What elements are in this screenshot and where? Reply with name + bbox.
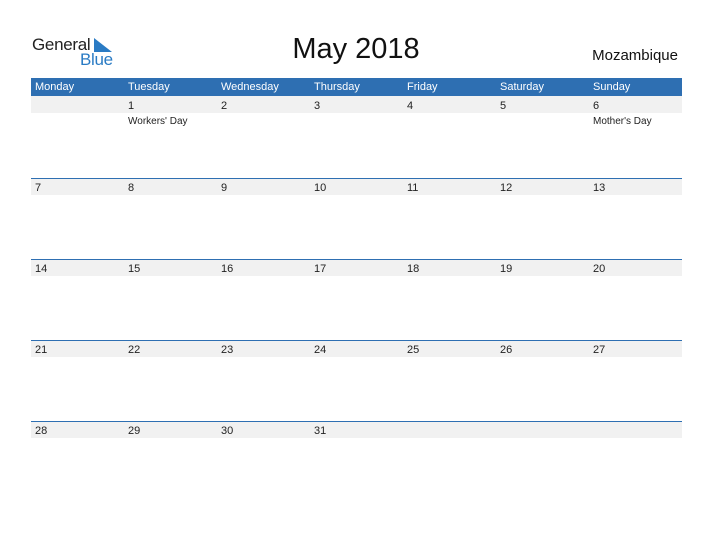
day-cell: 2 bbox=[217, 96, 310, 176]
day-number: 11 bbox=[407, 182, 419, 194]
weekday-monday: Monday bbox=[35, 81, 75, 93]
day-number: 2 bbox=[221, 100, 228, 112]
day-cell: 1 Workers' Day bbox=[124, 96, 217, 176]
day-number: 29 bbox=[128, 425, 141, 437]
day-cell: 16 bbox=[217, 259, 310, 339]
day-cell: 18 bbox=[403, 259, 496, 339]
day-cell: 26 bbox=[496, 340, 589, 420]
day-number bbox=[35, 100, 124, 114]
day-cell bbox=[31, 96, 124, 176]
day-cell: 20 bbox=[589, 259, 682, 339]
day-cell: 25 bbox=[403, 340, 496, 420]
week-row: 7 8 9 10 11 12 13 bbox=[31, 178, 682, 259]
day-number: 26 bbox=[500, 344, 513, 356]
day-number: 17 bbox=[314, 263, 327, 275]
day-number bbox=[407, 425, 496, 439]
day-cell: 15 bbox=[124, 259, 217, 339]
day-cell: 9 bbox=[217, 178, 310, 258]
day-number: 7 bbox=[35, 182, 42, 194]
day-cells: 1 Workers' Day 2 3 4 5 6 Mother's Day bbox=[31, 96, 682, 176]
day-number: 27 bbox=[593, 344, 606, 356]
day-cell: 7 bbox=[31, 178, 124, 258]
day-cell: 8 bbox=[124, 178, 217, 258]
day-cell: 11 bbox=[403, 178, 496, 258]
day-number: 24 bbox=[314, 344, 327, 356]
day-cell: 3 bbox=[310, 96, 403, 176]
day-cell: 27 bbox=[589, 340, 682, 420]
day-cell: 22 bbox=[124, 340, 217, 420]
week-row: 1 Workers' Day 2 3 4 5 6 Mother's Day bbox=[31, 96, 682, 178]
day-cell bbox=[589, 421, 682, 501]
day-cell bbox=[496, 421, 589, 501]
weekday-wednesday: Wednesday bbox=[221, 81, 279, 93]
country-label: Mozambique bbox=[592, 47, 678, 64]
day-cell bbox=[403, 421, 496, 501]
day-number: 19 bbox=[500, 263, 513, 275]
day-number: 13 bbox=[593, 182, 606, 194]
day-number: 28 bbox=[35, 425, 48, 437]
holiday-label: Mother's Day bbox=[593, 116, 652, 127]
day-cell: 17 bbox=[310, 259, 403, 339]
day-cells: 21 22 23 24 25 26 27 bbox=[31, 340, 682, 420]
day-number: 20 bbox=[593, 263, 606, 275]
day-cell: 30 bbox=[217, 421, 310, 501]
day-number: 21 bbox=[35, 344, 48, 356]
day-cells: 14 15 16 17 18 19 20 bbox=[31, 259, 682, 339]
day-cell: 31 bbox=[310, 421, 403, 501]
day-number: 8 bbox=[128, 182, 135, 194]
day-cell: 29 bbox=[124, 421, 217, 501]
day-cell: 21 bbox=[31, 340, 124, 420]
day-number: 10 bbox=[314, 182, 327, 194]
weekday-tuesday: Tuesday bbox=[128, 81, 170, 93]
day-number: 25 bbox=[407, 344, 420, 356]
day-number: 3 bbox=[314, 100, 321, 112]
holiday-label: Workers' Day bbox=[128, 116, 188, 127]
day-cell: 10 bbox=[310, 178, 403, 258]
day-number bbox=[500, 425, 589, 439]
day-cell: 23 bbox=[217, 340, 310, 420]
weekday-sunday: Sunday bbox=[593, 81, 631, 93]
weekday-friday: Friday bbox=[407, 81, 438, 93]
day-cell: 5 bbox=[496, 96, 589, 176]
day-cell: 28 bbox=[31, 421, 124, 501]
day-number: 9 bbox=[221, 182, 228, 194]
day-cell: 14 bbox=[31, 259, 124, 339]
week-row: 28 29 30 31 bbox=[31, 421, 682, 502]
day-number: 30 bbox=[221, 425, 234, 437]
day-number: 1 bbox=[128, 100, 135, 112]
day-cells: 7 8 9 10 11 12 13 bbox=[31, 178, 682, 258]
calendar-grid: Monday Tuesday Wednesday Thursday Friday… bbox=[31, 78, 682, 502]
day-cell: 19 bbox=[496, 259, 589, 339]
day-cell: 13 bbox=[589, 178, 682, 258]
weekday-thursday: Thursday bbox=[314, 81, 360, 93]
weekday-header: Monday Tuesday Wednesday Thursday Friday… bbox=[31, 78, 682, 96]
day-number: 6 bbox=[593, 100, 600, 112]
day-number: 23 bbox=[221, 344, 234, 356]
day-number: 5 bbox=[500, 100, 507, 112]
day-number: 15 bbox=[128, 263, 141, 275]
weekday-saturday: Saturday bbox=[500, 81, 545, 93]
day-cell: 12 bbox=[496, 178, 589, 258]
day-number: 4 bbox=[407, 100, 414, 112]
day-number: 14 bbox=[35, 263, 48, 275]
day-number: 16 bbox=[221, 263, 234, 275]
day-cell: 24 bbox=[310, 340, 403, 420]
day-cell: 4 bbox=[403, 96, 496, 176]
day-number: 18 bbox=[407, 263, 420, 275]
week-row: 14 15 16 17 18 19 20 bbox=[31, 259, 682, 340]
day-cell: 6 Mother's Day bbox=[589, 96, 682, 176]
weeks-container: 1 Workers' Day 2 3 4 5 6 Mother's Day 7 8 9 10 11 12 1… bbox=[31, 96, 682, 502]
day-number: 31 bbox=[314, 425, 327, 437]
day-number: 12 bbox=[500, 182, 513, 194]
day-cells: 28 29 30 31 bbox=[31, 421, 682, 501]
week-row: 21 22 23 24 25 26 27 bbox=[31, 340, 682, 421]
day-number: 22 bbox=[128, 344, 141, 356]
day-number bbox=[593, 425, 682, 439]
